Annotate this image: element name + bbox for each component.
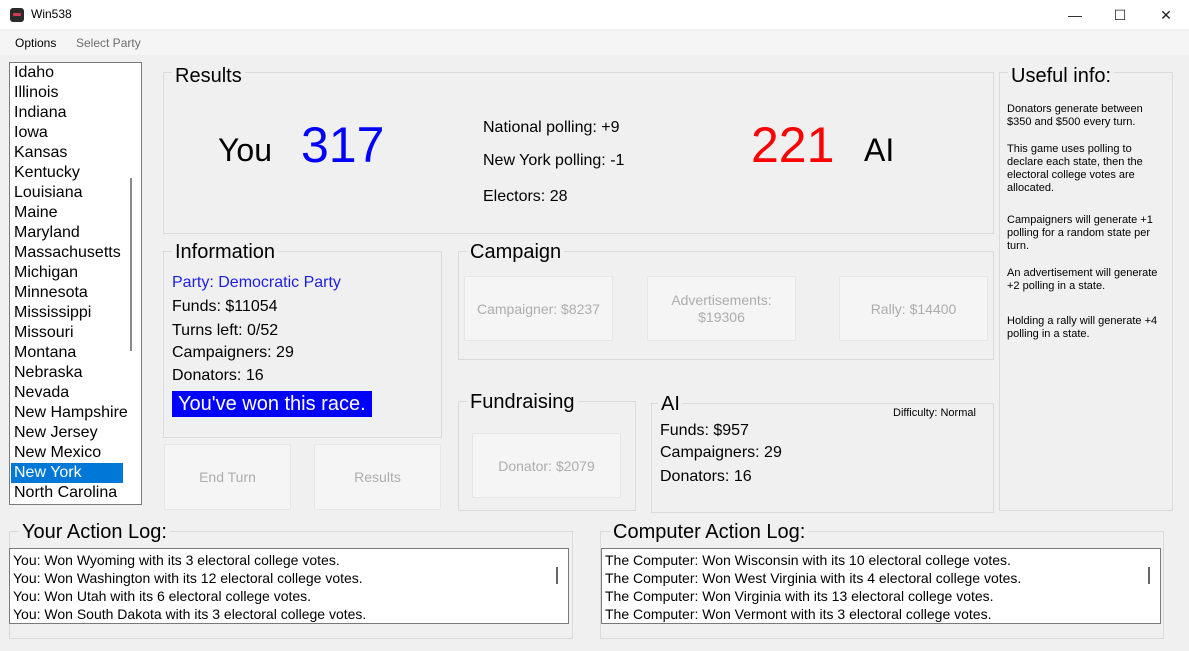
hire-campaigner-button[interactable]: Campaigner: $8237 [464, 276, 613, 341]
state-polling: New York polling: -1 [483, 152, 625, 169]
national-polling: National polling: +9 [483, 119, 620, 136]
menu-bar: Options Select Party [0, 31, 1189, 55]
state-electors: Electors: 28 [483, 188, 568, 205]
state-list-item[interactable]: Illinois [11, 83, 123, 103]
hire-donator-button[interactable]: Donator: $2079 [472, 433, 621, 498]
log-line: The Computer: Won Virginia with its 13 e… [605, 588, 994, 604]
state-list-item[interactable]: Maine [11, 203, 123, 223]
state-list-item[interactable]: Nevada [11, 383, 123, 403]
state-list-item[interactable]: Michigan [11, 263, 123, 283]
close-button[interactable]: ✕ [1143, 0, 1189, 30]
state-list-item[interactable]: Maryland [11, 223, 123, 243]
advertisement-button[interactable]: Advertisements: $19306 [647, 276, 796, 341]
ai-electoral-score: 221 [751, 117, 835, 173]
state-list-item[interactable]: New Jersey [11, 423, 123, 443]
window-title: Win538 [31, 7, 72, 21]
minimize-button[interactable]: — [1052, 0, 1098, 30]
tip-campaigners: Campaigners will generate +1 polling for… [1007, 214, 1153, 252]
log-line: You: Won Washington with its 12 electora… [13, 570, 363, 586]
funds-label: Funds: $11054 [172, 298, 278, 315]
tip-rally: Holding a rally will generate +4 polling… [1007, 315, 1158, 340]
state-list-item[interactable]: North Carolina [11, 483, 123, 503]
tip-advertisement: An advertisement will generate +2 pollin… [1007, 267, 1158, 292]
user-action-log[interactable]: You: Won Wyoming with its 3 electoral co… [9, 548, 569, 624]
state-list-scrollbar[interactable] [130, 178, 132, 351]
state-list-item[interactable]: Iowa [11, 123, 123, 143]
state-list-item[interactable]: New Hampshire [11, 403, 128, 423]
ai-group-title: AI [658, 393, 683, 415]
state-list-item[interactable]: Mississippi [11, 303, 123, 323]
race-status-banner: You've won this race. [172, 391, 372, 417]
party-label: Party: Democratic Party [172, 274, 341, 291]
you-electoral-score: 317 [301, 117, 385, 173]
log-line: You: Won South Dakota with its 3 elector… [13, 606, 367, 622]
menu-options[interactable]: Options [15, 36, 56, 50]
you-label: You [218, 132, 272, 168]
state-list-item[interactable]: Nebraska [11, 363, 123, 383]
user-log-scrollbar[interactable] [556, 567, 558, 584]
log-line: The Computer: Won West Virginia with its… [605, 570, 1022, 586]
ai-label: AI [864, 132, 895, 168]
computer-action-log[interactable]: The Computer: Won Wisconsin with its 10 … [601, 548, 1161, 624]
end-turn-button[interactable]: End Turn [164, 444, 291, 510]
log-line: You: Won Wyoming with its 3 electoral co… [13, 552, 340, 568]
state-list-item[interactable]: Kentucky [11, 163, 123, 183]
state-list-item[interactable]: Massachusetts [11, 243, 123, 263]
turns-left-label: Turns left: 0/52 [172, 322, 279, 339]
useful-info-title: Useful info: [1008, 65, 1115, 87]
ai-funds-label: Funds: $957 [660, 422, 749, 439]
results-button[interactable]: Results [314, 444, 441, 510]
rally-button[interactable]: Rally: $14400 [839, 276, 988, 341]
state-list-item[interactable]: Missouri [11, 323, 123, 343]
state-list-item[interactable]: Louisiana [11, 183, 123, 203]
state-list-item[interactable]: Minnesota [11, 283, 123, 303]
log-line: You: Won Utah with its 6 electoral colle… [13, 588, 312, 604]
title-bar: Win538 — ☐ ✕ [0, 0, 1189, 30]
log-line: The Computer: Won Vermont with its 3 ele… [605, 606, 992, 622]
maximize-button[interactable]: ☐ [1097, 0, 1143, 30]
app-icon [10, 8, 24, 22]
state-list-item[interactable]: New Mexico [11, 443, 123, 463]
computer-log-scrollbar[interactable] [1148, 567, 1150, 584]
campaigners-label: Campaigners: 29 [172, 344, 294, 361]
ai-donators-label: Donators: 16 [660, 468, 752, 485]
menu-select-party[interactable]: Select Party [76, 36, 141, 50]
user-log-title: Your Action Log: [19, 521, 170, 543]
difficulty-label: Difficulty: Normal [893, 407, 976, 419]
state-list-item[interactable]: Indiana [11, 103, 123, 123]
state-list-item-selected[interactable]: New York [11, 463, 123, 483]
state-list[interactable]: Idaho Illinois Indiana Iowa Kansas Kentu… [9, 62, 142, 505]
campaign-title: Campaign [467, 241, 565, 263]
information-title: Information [172, 241, 279, 263]
results-title: Results [172, 65, 245, 87]
tip-donators: Donators generate between $350 and $500 … [1007, 103, 1143, 128]
donators-label: Donators: 16 [172, 367, 264, 384]
log-line: The Computer: Won Wisconsin with its 10 … [605, 552, 1011, 568]
state-list-item[interactable]: Montana [11, 343, 123, 363]
computer-log-title: Computer Action Log: [610, 521, 809, 543]
tip-polling: This game uses polling to declare each s… [1007, 143, 1143, 194]
state-list-item[interactable]: Idaho [11, 63, 123, 83]
ai-campaigners-label: Campaigners: 29 [660, 444, 782, 461]
state-list-item[interactable]: Kansas [11, 143, 123, 163]
fundraising-title: Fundraising [467, 391, 578, 413]
